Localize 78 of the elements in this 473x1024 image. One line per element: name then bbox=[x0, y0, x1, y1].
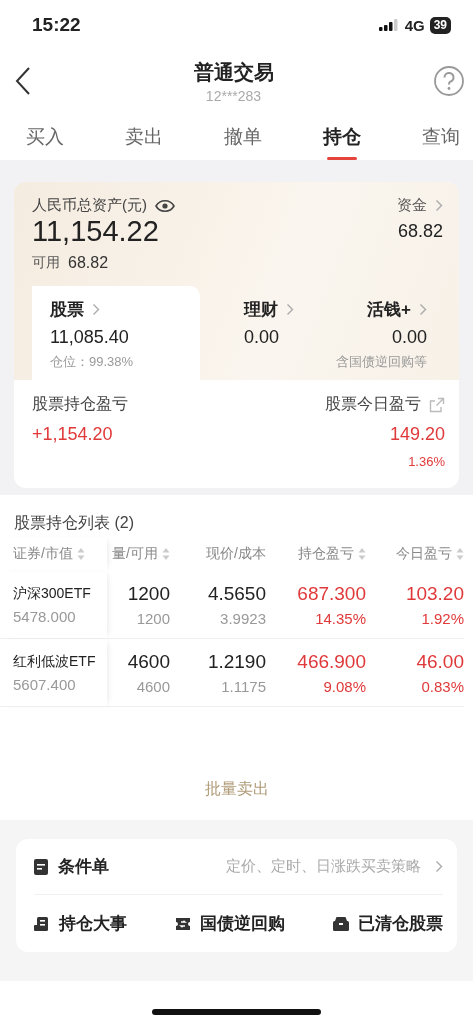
sort-icon bbox=[76, 547, 85, 561]
available-quantity: 4600 bbox=[136, 677, 170, 695]
available-quantity: 1200 bbox=[136, 609, 170, 627]
current-price: 4.5650 bbox=[207, 582, 266, 605]
total-assets: 11,154.22 bbox=[32, 215, 159, 248]
battery-level: 39 bbox=[429, 16, 451, 34]
conditional-order-label: 条件单 bbox=[58, 856, 109, 878]
category-tab[interactable]: 股票 11,085.40 仓位：99.38% bbox=[32, 286, 200, 380]
holding-pnl: 687.300 bbox=[297, 582, 366, 605]
cost-price: 1.1175 bbox=[221, 677, 266, 695]
sort-icon bbox=[162, 547, 170, 561]
tool-button[interactable]: 已清仓股票 bbox=[333, 912, 443, 935]
cost-price: 3.9923 bbox=[220, 609, 266, 627]
category-link[interactable]: 活钱+ bbox=[367, 298, 427, 321]
column-header: 现价/成本 bbox=[205, 544, 266, 563]
tab[interactable]: 查询 bbox=[422, 112, 460, 160]
tab[interactable]: 撤单 bbox=[224, 112, 262, 160]
holding-pnl-percent: 9.08% bbox=[323, 677, 366, 695]
funds-value: 68.82 bbox=[397, 221, 443, 242]
today-pnl-percent: 1.36% bbox=[408, 454, 445, 469]
category-note: 仓位：99.38% bbox=[50, 353, 135, 371]
today-pnl-percent: 1.92% bbox=[421, 609, 464, 627]
stock-name[interactable]: 红利低波ETF bbox=[13, 652, 96, 671]
today-pnl: 46.00 bbox=[416, 650, 464, 673]
tab[interactable]: 卖出 bbox=[125, 112, 163, 160]
chevron-right-icon bbox=[435, 860, 443, 873]
sort-icon bbox=[358, 547, 366, 561]
holding-pnl-percent: 14.35% bbox=[315, 609, 366, 627]
today-pnl: 103.20 bbox=[405, 582, 464, 605]
tool-button[interactable]: 国债逆回购 bbox=[175, 912, 285, 935]
today-pnl-label: 股票今日盈亏 bbox=[325, 394, 421, 414]
holding-pnl-label: 股票持仓盈亏 bbox=[32, 394, 128, 414]
market-value: 5478.000 bbox=[13, 607, 76, 625]
column-header[interactable]: 量/可用 bbox=[107, 537, 170, 571]
conditional-order-hint: 定价、定时、日涨跌买卖策略 bbox=[225, 857, 421, 876]
holding-pnl: 466.900 bbox=[297, 650, 366, 673]
available-value: 68.82 bbox=[68, 254, 109, 272]
box-icon bbox=[333, 915, 349, 932]
help-icon[interactable] bbox=[433, 65, 465, 97]
category-note: 含国债逆回购等 bbox=[336, 353, 427, 371]
today-pnl-percent: 0.83% bbox=[421, 677, 464, 695]
clock: 15:22 bbox=[32, 14, 82, 36]
tab[interactable]: 买入 bbox=[26, 112, 64, 160]
available-label: 可用 bbox=[32, 254, 60, 272]
chevron-right-icon bbox=[286, 303, 294, 316]
page-title: 普通交易 bbox=[193, 59, 274, 85]
chevron-right-icon bbox=[92, 303, 100, 316]
asset-label: 人民币总资产(元) bbox=[32, 196, 147, 215]
account-number: 12***283 bbox=[205, 87, 262, 104]
column-header[interactable]: 证券/市值 bbox=[0, 537, 107, 571]
signal-icon bbox=[378, 19, 399, 31]
category-value: 0.00 bbox=[244, 327, 280, 348]
contact-card-icon bbox=[34, 915, 50, 932]
sort-icon bbox=[456, 547, 464, 561]
column-header[interactable]: 今日盈亏 bbox=[366, 537, 464, 571]
chevron-right-icon bbox=[419, 303, 427, 316]
tab-indicator bbox=[327, 157, 357, 160]
today-pnl: 149.20 bbox=[389, 424, 445, 445]
quantity: 4600 bbox=[127, 650, 170, 673]
quantity: 1200 bbox=[127, 582, 170, 605]
eye-icon[interactable] bbox=[155, 198, 175, 213]
document-icon bbox=[34, 858, 48, 875]
network-type: 4G bbox=[404, 16, 425, 34]
chevron-right-icon bbox=[435, 199, 443, 212]
tool-button[interactable]: 持仓大事 bbox=[34, 912, 127, 935]
conditional-order-row[interactable]: 条件单 定价、定时、日涨跌买卖策略 bbox=[34, 839, 443, 895]
category-value: 11,085.40 bbox=[50, 327, 130, 348]
funds-link[interactable]: 资金 bbox=[397, 196, 443, 215]
section-title: 股票持仓列表 (2) bbox=[13, 513, 135, 533]
category-link[interactable]: 理财 bbox=[244, 298, 294, 321]
tab[interactable]: 持仓 bbox=[323, 112, 361, 160]
stock-name[interactable]: 沪深300ETF bbox=[13, 584, 91, 603]
ticket-icon bbox=[175, 915, 191, 932]
category-value: 0.00 bbox=[391, 327, 427, 348]
holding-pnl: +1,154.20 bbox=[32, 424, 114, 445]
column-header[interactable]: 持仓盈亏 bbox=[266, 537, 366, 571]
market-value: 5607.400 bbox=[13, 675, 76, 693]
current-price: 1.2190 bbox=[207, 650, 266, 673]
